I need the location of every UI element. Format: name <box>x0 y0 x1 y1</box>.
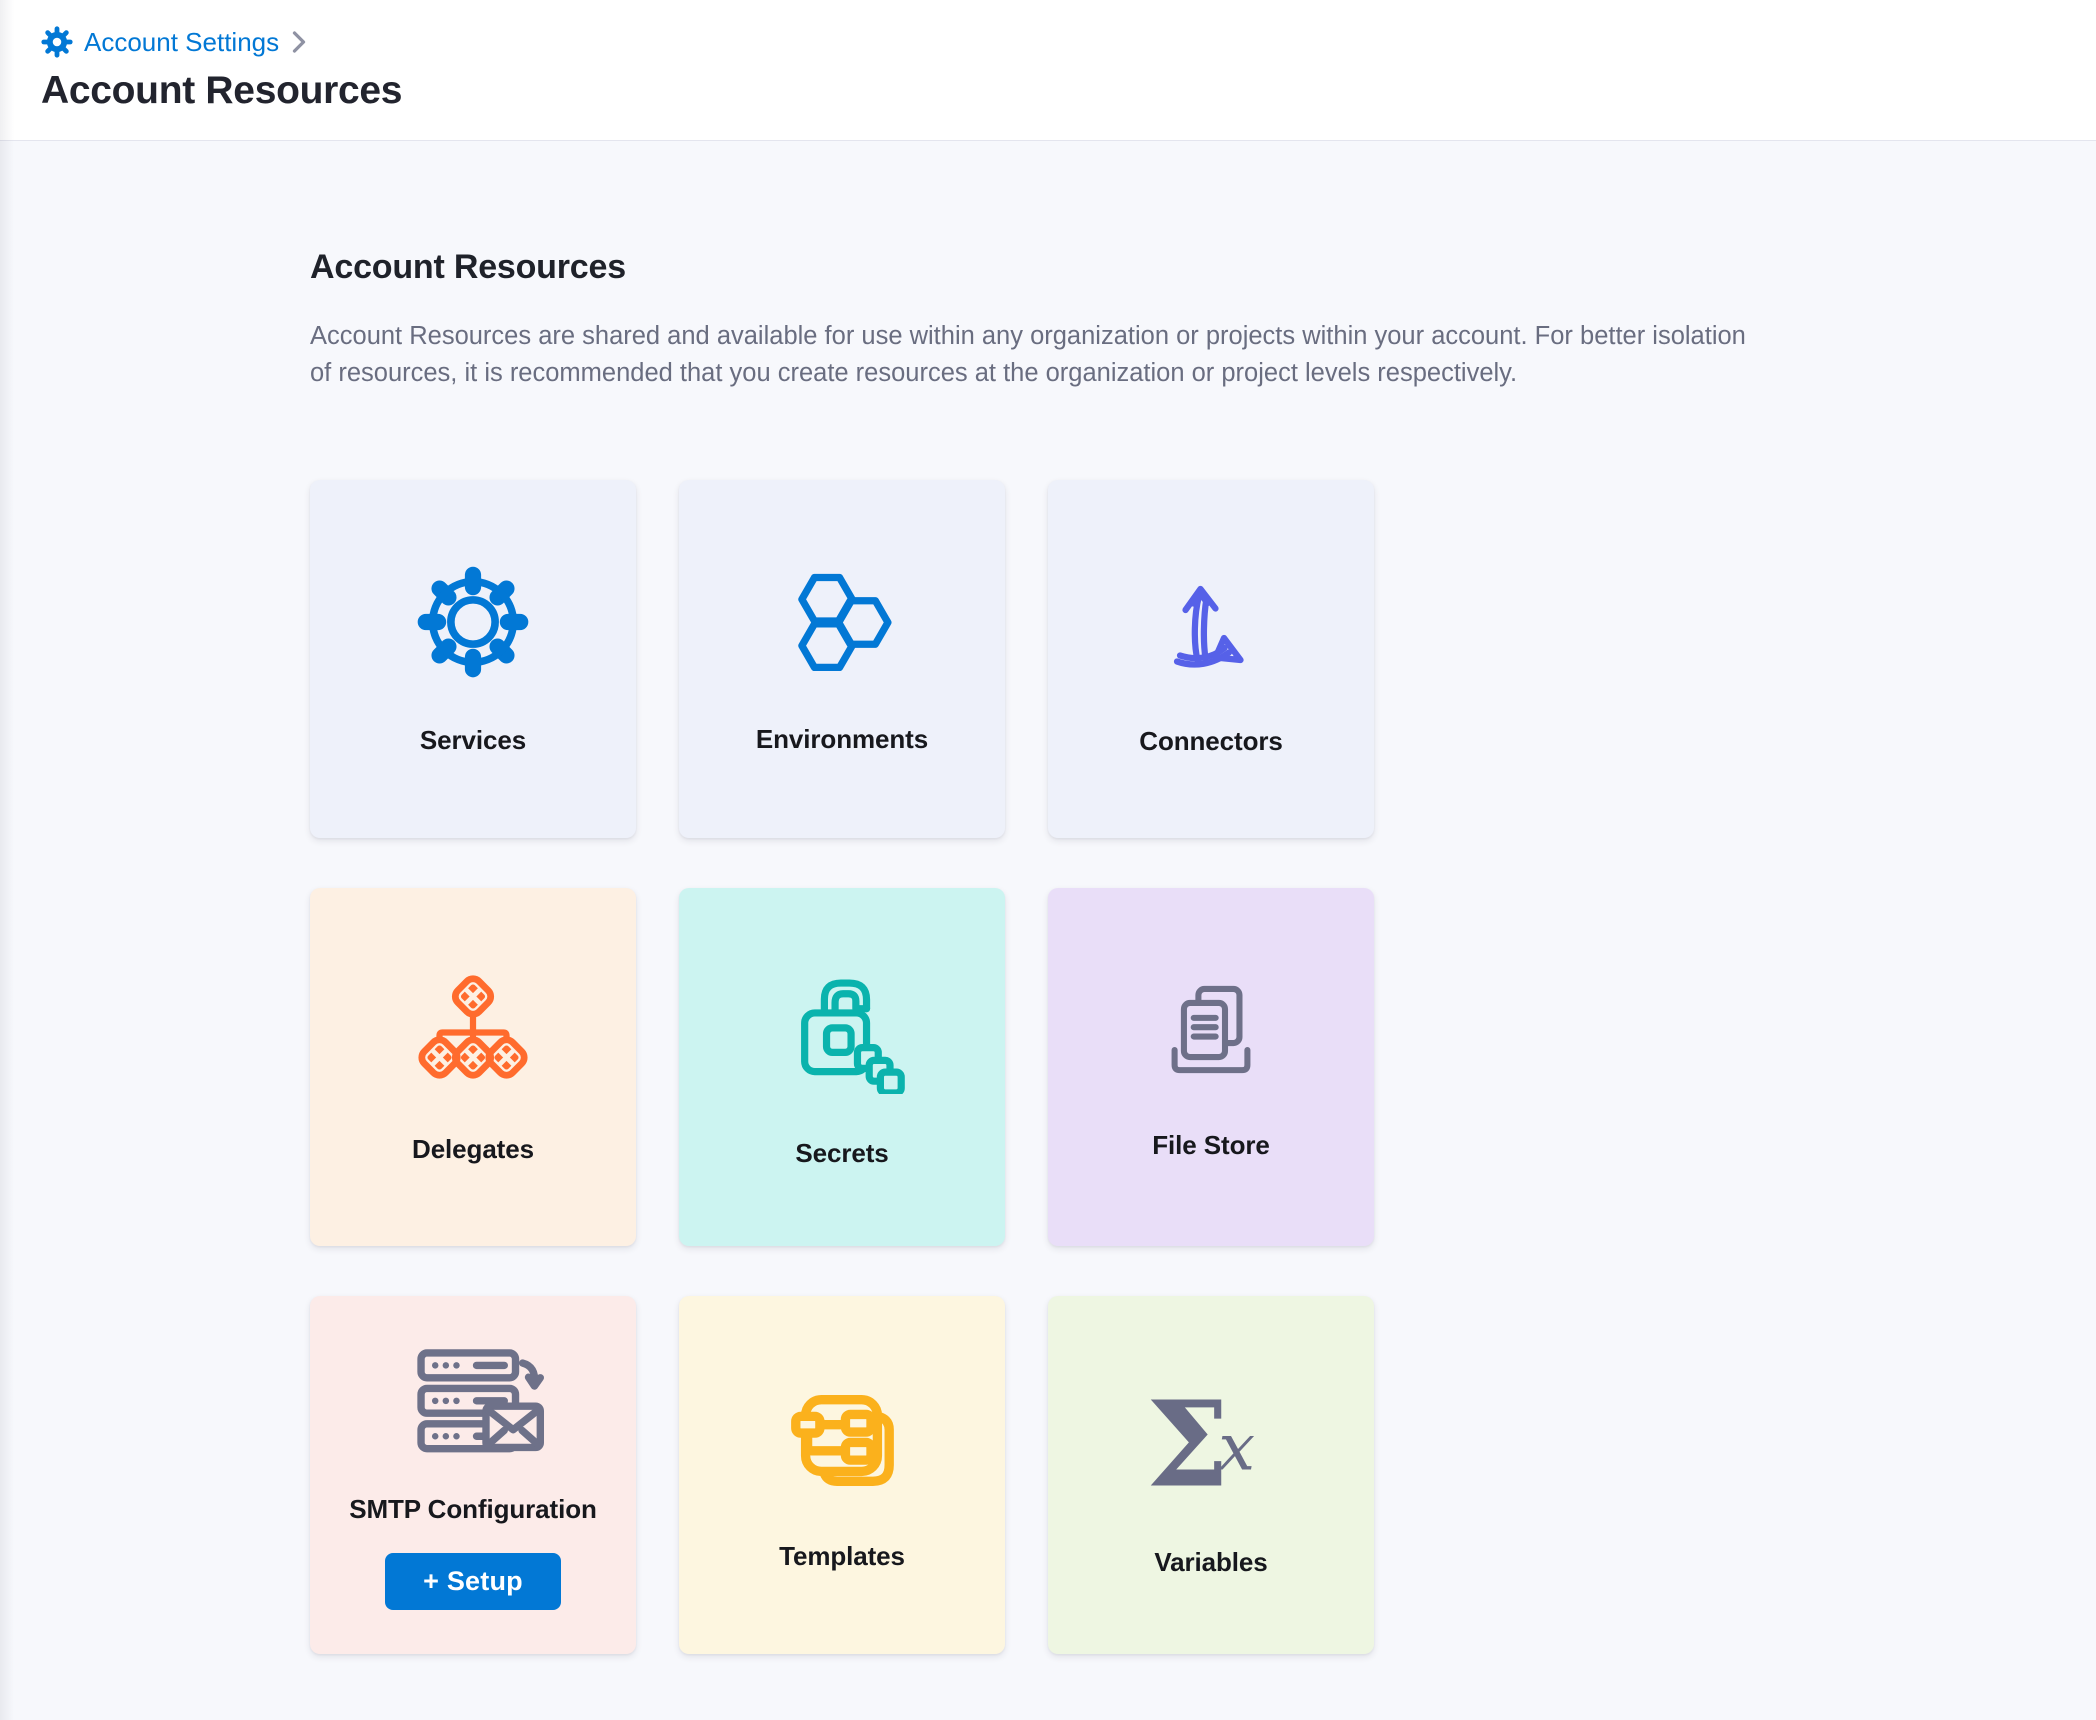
card-label: Delegates <box>412 1134 534 1165</box>
resource-grid: Services Environments Connectors <box>310 480 2096 1654</box>
card-icon-slot <box>414 563 532 681</box>
card-label: Templates <box>779 1541 905 1572</box>
card-label: Variables <box>1154 1547 1267 1578</box>
variables-sigma-icon: Σ x <box>1136 1373 1286 1503</box>
main-content: Account Resources Account Resources are … <box>0 141 2096 1654</box>
card-environments[interactable]: Environments <box>679 480 1005 838</box>
card-label: Secrets <box>795 1138 888 1169</box>
card-label: Services <box>420 725 526 756</box>
delegates-tree-icon <box>413 970 533 1090</box>
templates-flowchart-icon <box>783 1379 901 1497</box>
card-file-store[interactable]: File Store <box>1048 888 1374 1246</box>
card-variables[interactable]: Σ x Variables <box>1048 1296 1374 1654</box>
card-label: File Store <box>1152 1130 1269 1161</box>
page-title: Account Resources <box>41 69 2056 113</box>
breadcrumb-account-settings-link[interactable]: Account Settings <box>41 26 279 58</box>
services-gear-icon <box>414 563 532 681</box>
card-icon-slot <box>778 966 906 1094</box>
svg-text:Σ: Σ <box>1146 1375 1229 1502</box>
card-icon-slot <box>399 1340 547 1464</box>
secrets-lock-icon <box>778 966 906 1094</box>
card-icon-slot <box>783 1379 901 1497</box>
card-icon-slot <box>784 564 900 680</box>
card-delegates[interactable]: Delegates <box>310 888 636 1246</box>
card-label: SMTP Configuration <box>349 1494 597 1525</box>
page-header: Account Settings Account Resources <box>0 0 2096 141</box>
breadcrumb: Account Settings <box>41 24 2056 60</box>
card-label: Environments <box>756 724 928 755</box>
card-label: Connectors <box>1139 726 1282 757</box>
card-icon-slot <box>1155 974 1267 1086</box>
section-heading: Account Resources <box>310 248 2096 287</box>
card-icon-slot <box>413 970 533 1090</box>
card-connectors[interactable]: Connectors <box>1048 480 1374 838</box>
card-smtp[interactable]: SMTP Configuration + Setup <box>310 1296 636 1654</box>
environments-hexagons-icon <box>784 564 900 680</box>
card-icon-slot <box>1151 562 1271 682</box>
connectors-arrows-icon <box>1151 562 1271 682</box>
section-description: Account Resources are shared and availab… <box>310 318 1758 392</box>
svg-text:x: x <box>1218 1410 1255 1485</box>
card-secrets[interactable]: Secrets <box>679 888 1005 1246</box>
card-icon-slot: Σ x <box>1136 1373 1286 1503</box>
card-services[interactable]: Services <box>310 480 636 838</box>
chevron-right-icon <box>291 30 307 54</box>
settings-gear-icon <box>41 26 73 58</box>
breadcrumb-label: Account Settings <box>84 27 279 58</box>
card-templates[interactable]: Templates <box>679 1296 1005 1654</box>
smtp-server-mail-icon <box>399 1340 547 1464</box>
card-setup-button[interactable]: + Setup <box>385 1553 561 1610</box>
file-store-documents-icon <box>1155 974 1267 1086</box>
